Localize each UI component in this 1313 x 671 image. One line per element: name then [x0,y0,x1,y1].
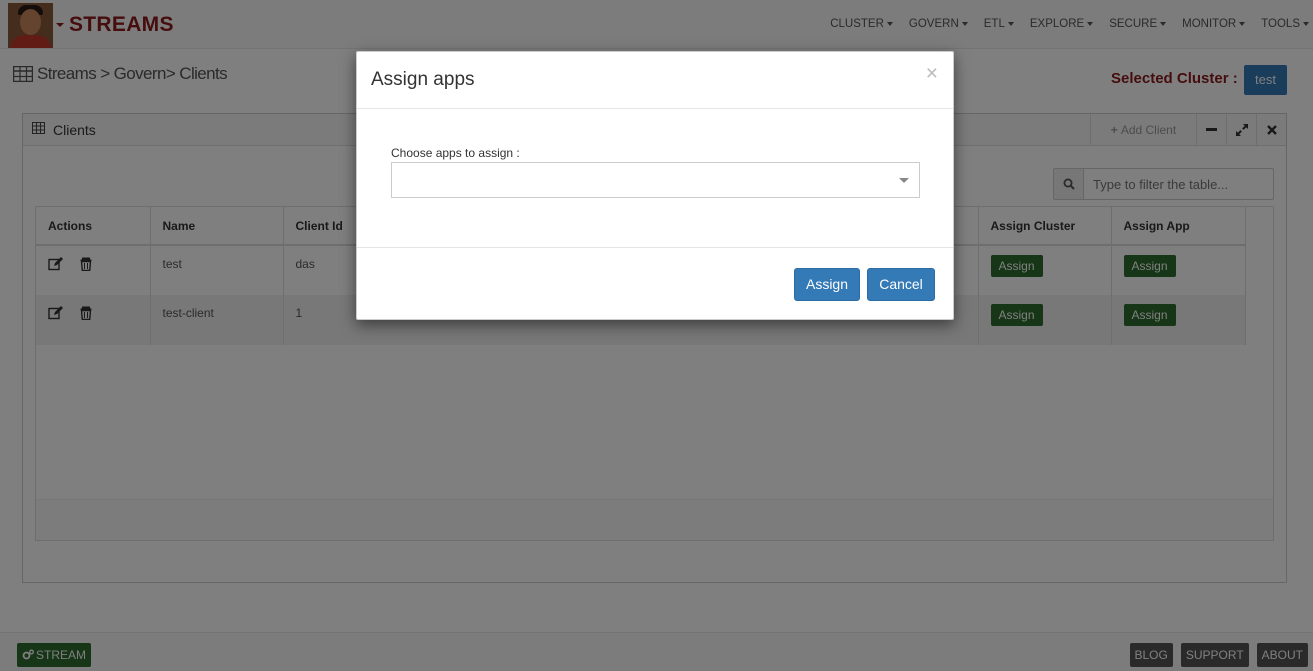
modal-title: Assign apps [371,69,475,90]
modal-header: Assign apps × [357,52,953,109]
assign-apps-modal: Assign apps × Choose apps to assign : As… [356,51,954,320]
cancel-button[interactable]: Cancel [867,268,935,301]
assign-button[interactable]: Assign [794,268,860,301]
apps-select[interactable] [391,162,920,198]
close-icon[interactable]: × [926,63,938,84]
modal-footer: Assign Cancel [357,249,953,319]
modal-body: Choose apps to assign : [357,109,953,248]
choose-apps-label: Choose apps to assign : [391,146,520,160]
chevron-down-icon [899,178,909,183]
